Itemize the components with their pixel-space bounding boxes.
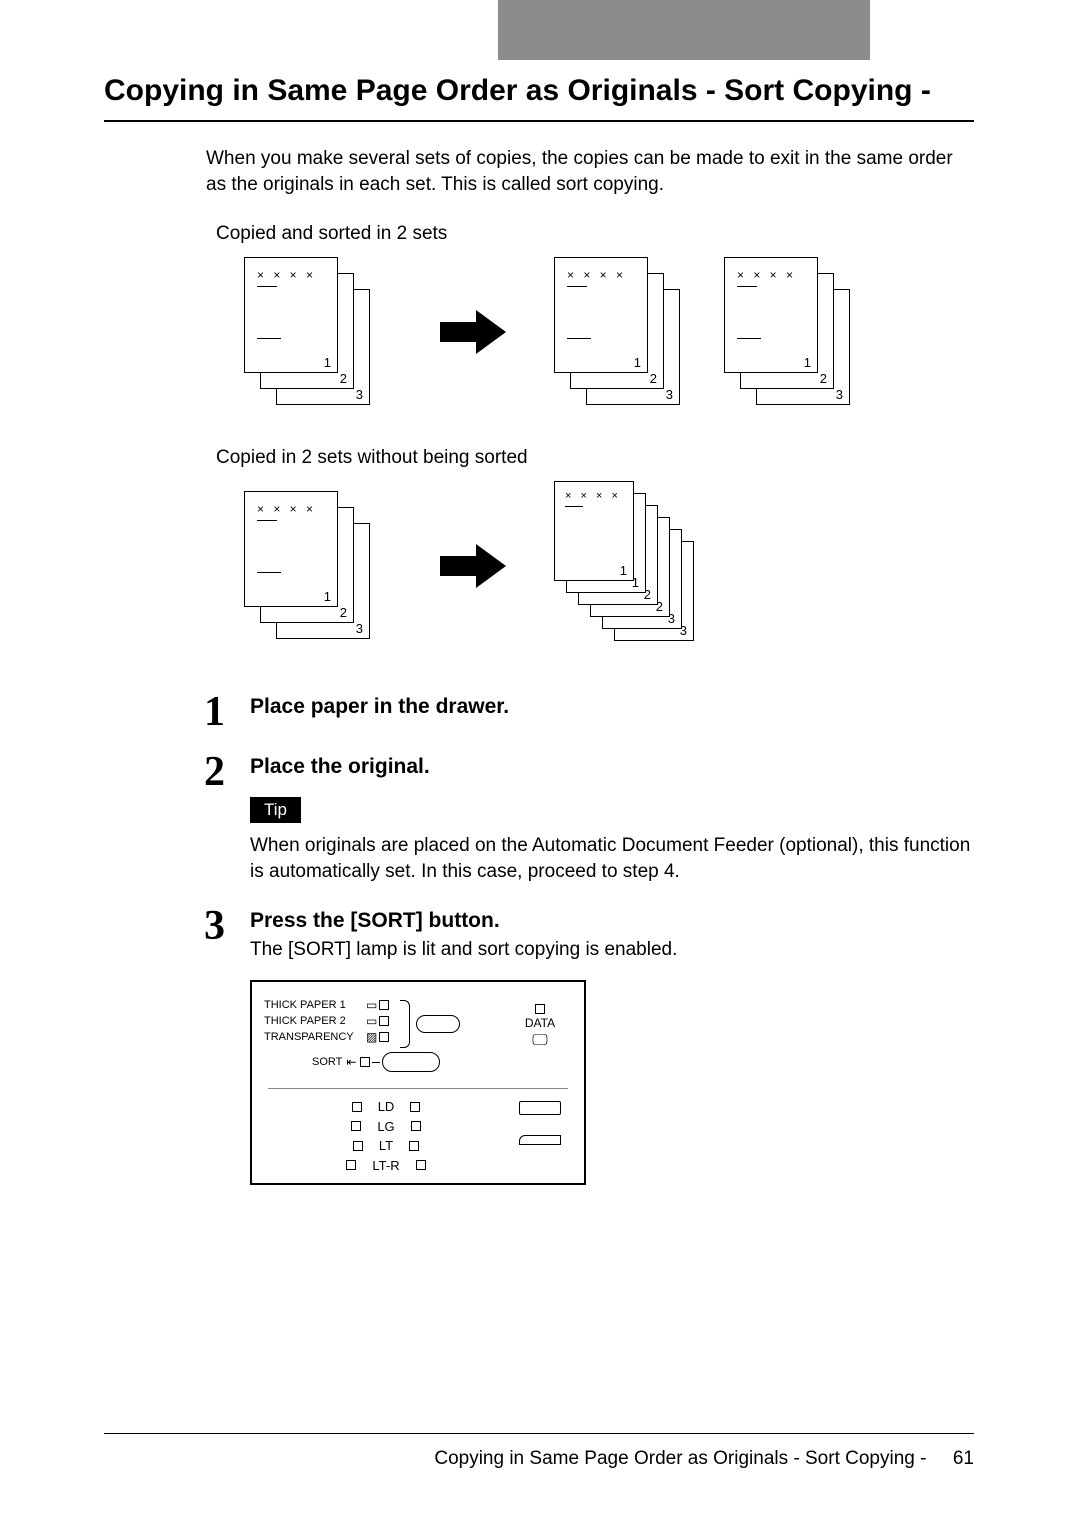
diagram-unsorted: 3 2 × × × × 1 3 3 2 2 1 × × × × 1 bbox=[244, 481, 974, 651]
step-number: 3 bbox=[204, 905, 250, 947]
panel-transparency-label: TRANSPARENCY bbox=[264, 1031, 364, 1043]
page-num-1: 1 bbox=[324, 355, 331, 370]
tip-badge: Tip bbox=[250, 797, 301, 823]
data-icon: 🖵 bbox=[508, 1032, 572, 1050]
paper-icon: ▭ bbox=[366, 998, 377, 1012]
page-num-1: 1 bbox=[634, 355, 641, 370]
page-footer: Copying in Same Page Order as Originals … bbox=[104, 1433, 974, 1470]
caption-unsorted: Copied in 2 sets without being sorted bbox=[216, 447, 974, 469]
paper-icon: ▭ bbox=[366, 1014, 377, 1028]
footer-page-number: 61 bbox=[953, 1448, 974, 1469]
sort-icon: ⇤ bbox=[346, 1055, 356, 1069]
page-num-3: 3 bbox=[356, 387, 363, 402]
page-num-2: 2 bbox=[340, 371, 347, 386]
page-num-2: 2 bbox=[650, 371, 657, 386]
intro-paragraph: When you make several sets of copies, th… bbox=[206, 146, 974, 197]
step-3: 3 Press the [SORT] button. The [SORT] la… bbox=[204, 905, 974, 963]
led-icon bbox=[379, 1016, 389, 1026]
sorted-set-1: 3 2 × × × × 1 bbox=[554, 257, 684, 407]
page-num-2: 2 bbox=[820, 371, 827, 386]
led-icon bbox=[535, 1004, 545, 1014]
page-num-1: 1 bbox=[804, 355, 811, 370]
step-heading: Place the original. bbox=[250, 755, 974, 779]
tray-icon bbox=[519, 1101, 561, 1115]
footer-rule bbox=[104, 1433, 974, 1434]
page-content: Copying in Same Page Order as Originals … bbox=[104, 60, 974, 1185]
size-lt: LT bbox=[379, 1136, 393, 1156]
page-marks-icon: × × × × bbox=[565, 490, 621, 502]
led-icon bbox=[360, 1057, 370, 1067]
panel-sort-label: SORT bbox=[312, 1056, 342, 1068]
page-num-1: 1 bbox=[620, 563, 627, 578]
page-num-3: 3 bbox=[836, 387, 843, 402]
sort-button-icon bbox=[382, 1052, 440, 1072]
panel-thick2-label: THICK PAPER 2 bbox=[264, 1015, 364, 1027]
option-button-icon bbox=[416, 1015, 460, 1036]
step-number: 1 bbox=[204, 691, 250, 733]
tip-text: When originals are placed on the Automat… bbox=[250, 833, 974, 884]
page-num-2: 2 bbox=[340, 605, 347, 620]
step-1: 1 Place paper in the drawer. bbox=[204, 691, 974, 733]
page-num-3: 3 bbox=[356, 621, 363, 636]
size-lg: LG bbox=[377, 1117, 394, 1137]
page-marks-icon: × × × × bbox=[567, 268, 626, 282]
sorted-set-2: 3 2 × × × × 1 bbox=[724, 257, 854, 407]
caption-sorted: Copied and sorted in 2 sets bbox=[216, 223, 974, 245]
original-stack-2: 3 2 × × × × 1 bbox=[244, 491, 374, 641]
page-marks-icon: × × × × bbox=[737, 268, 796, 282]
diagram-sorted: 3 2 × × × × 1 3 2 × × × × 1 3 2 × × × × bbox=[244, 257, 974, 407]
led-icon bbox=[379, 1032, 389, 1042]
section-title: Copying in Same Page Order as Originals … bbox=[104, 60, 974, 120]
step-heading: Press the [SORT] button. bbox=[250, 909, 974, 933]
transparency-icon: ▨ bbox=[366, 1030, 377, 1044]
size-ld: LD bbox=[378, 1097, 395, 1117]
page-num-3: 3 bbox=[666, 387, 673, 402]
page-num-1: 1 bbox=[324, 589, 331, 604]
header-tab bbox=[498, 0, 870, 60]
page-marks-icon: × × × × bbox=[257, 502, 316, 516]
led-icon bbox=[379, 1000, 389, 1010]
control-panel-diagram: THICK PAPER 1 ▭ THICK PAPER 2 ▭ TRANSPAR… bbox=[250, 980, 586, 1185]
size-ltr: LT-R bbox=[372, 1156, 399, 1176]
original-stack: 3 2 × × × × 1 bbox=[244, 257, 374, 407]
step-number: 2 bbox=[204, 751, 250, 793]
page-marks-icon: × × × × bbox=[257, 268, 316, 282]
title-rule bbox=[104, 120, 974, 122]
step-2: 2 Place the original. Tip When originals… bbox=[204, 751, 974, 884]
step-subtext: The [SORT] lamp is lit and sort copying … bbox=[250, 937, 974, 963]
unsorted-output: 3 3 2 2 1 × × × × 1 bbox=[554, 481, 714, 651]
panel-data-label: DATA bbox=[508, 1016, 572, 1030]
footer-title: Copying in Same Page Order as Originals … bbox=[434, 1448, 926, 1469]
panel-thick1-label: THICK PAPER 1 bbox=[264, 999, 364, 1011]
step-heading: Place paper in the drawer. bbox=[250, 695, 974, 719]
tray-icon bbox=[519, 1135, 561, 1145]
paper-size-list: LD LG LT LT-R bbox=[264, 1097, 508, 1175]
